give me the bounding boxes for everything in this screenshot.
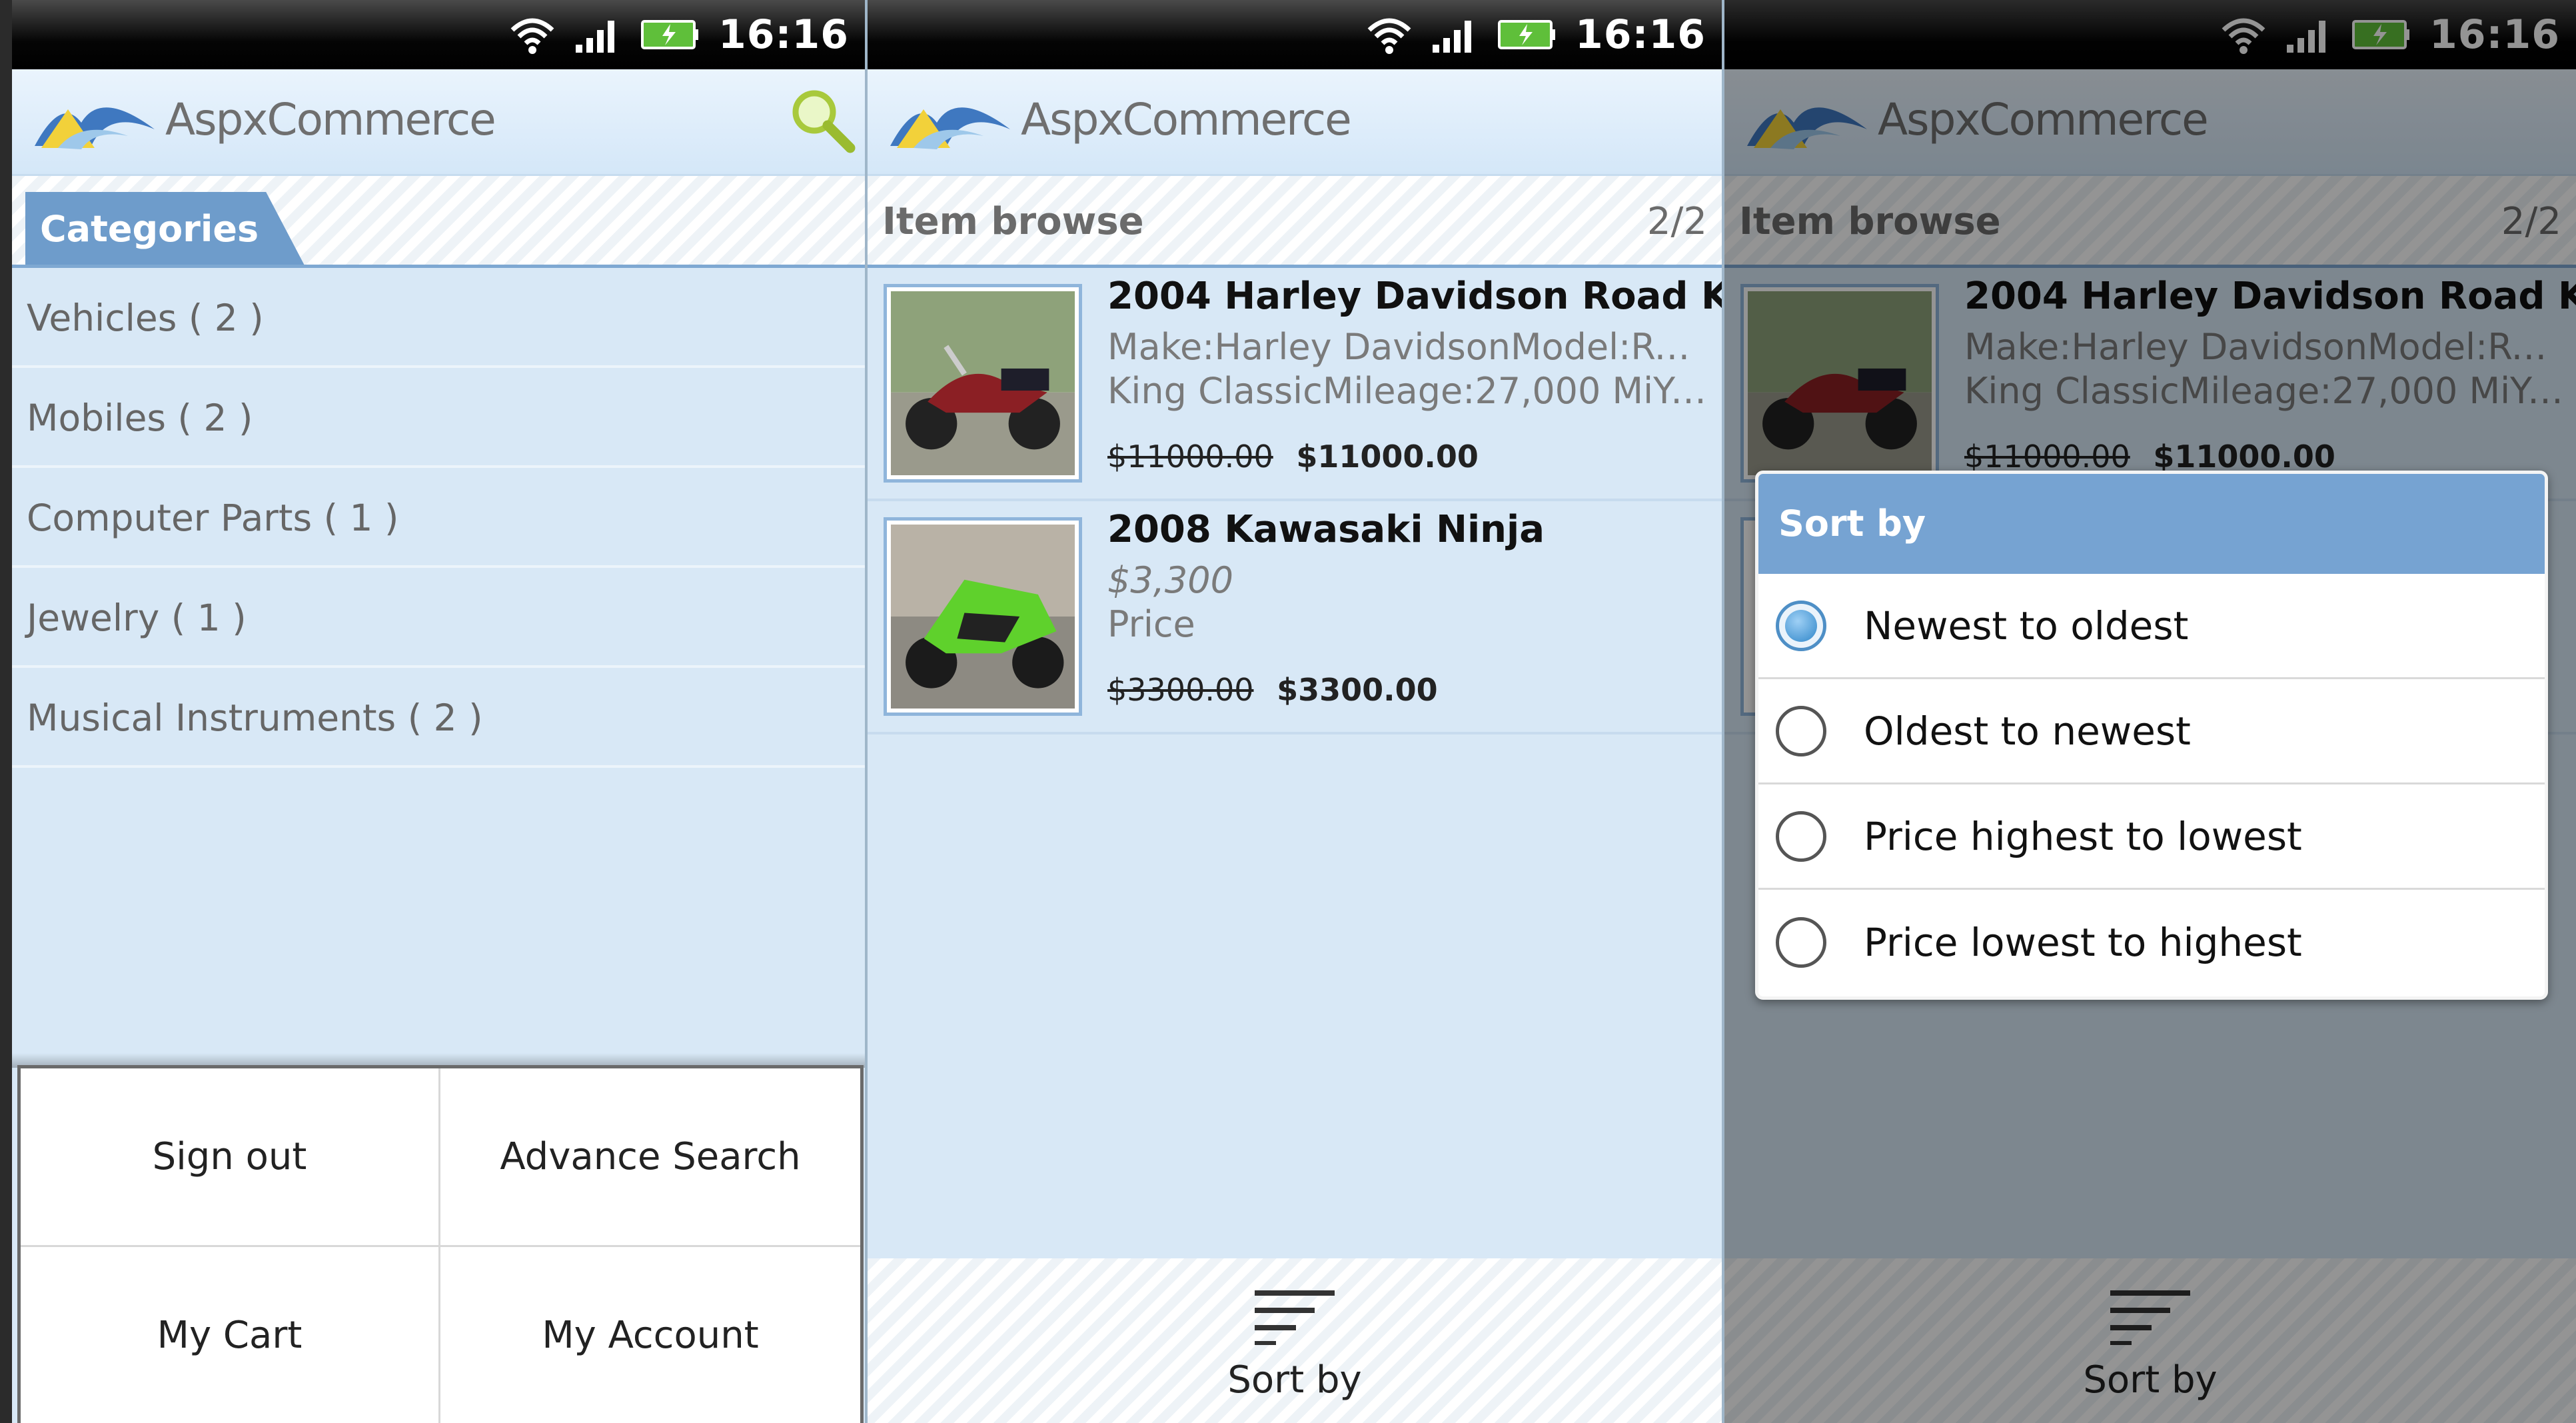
sort-bar[interactable]: Sort by [868,1258,1722,1423]
category-item-musical-instruments[interactable]: Musical Instruments ( 2 ) [12,668,865,768]
my-cart-button[interactable]: My Cart [21,1247,440,1423]
item-description-line: Price [1107,603,1195,645]
sort-dialog-screen: 16:16 AspxCommerce Item browse 2/2 2004 … [1724,0,2576,1423]
item-browse-title: Item browse [882,200,1144,243]
aspxcommerce-logo-icon [35,107,155,149]
radio-icon[interactable] [1776,917,1826,968]
categories-tab[interactable]: Categories [25,192,305,267]
app-header: AspxCommerce [12,69,865,176]
page-indicator: 2/2 [1646,200,1707,243]
category-item-jewelry[interactable]: Jewelry ( 1 ) [12,568,865,668]
old-price: $11000.00 [1107,439,1273,475]
signal-icon [576,21,614,53]
sort-option-newest[interactable]: Newest to oldest [1758,574,2545,679]
sort-icon[interactable] [1253,1288,1336,1348]
battery-charging-icon [641,20,698,49]
sort-option-label: Price lowest to highest [1864,920,2302,965]
sort-dialog: Sort by Newest to oldest Oldest to newes… [1755,471,2548,1000]
price: $3300.00 [1277,672,1438,708]
item-prices: $11000.00 $11000.00 [1107,439,1479,475]
item-title[interactable]: 2004 Harley Davidson Road Kin [1107,275,1722,318]
motorcycle-image [891,291,1075,475]
radio-icon[interactable] [1776,810,1826,862]
categories-screen: 16:16 AspxCommerce Categories Vehicles (… [12,0,865,1423]
sort-by-button-label[interactable]: Sort by [868,1358,1722,1402]
category-item-vehicles[interactable]: Vehicles ( 2 ) [12,268,865,368]
item-prices: $3300.00 $3300.00 [1107,672,1438,708]
advance-search-button[interactable]: Advance Search [440,1068,860,1247]
item-description: Make:Harley DavidsonModel:Road King Clas… [1107,325,1707,413]
status-icons: 16:16 [509,0,849,69]
price: $11000.00 [1296,439,1479,475]
sort-option-price-high-low[interactable]: Price highest to lowest [1758,784,2545,890]
options-menu: Sign out Advance Search My Cart My Accou… [17,1065,864,1423]
logo[interactable]: AspxCommerce [28,83,496,156]
item-title[interactable]: 2008 Kawasaki Ninja [1107,508,1545,551]
app-header: AspxCommerce [868,69,1722,176]
wifi-icon [510,18,554,54]
item-browse-header: Item browse 2/2 [868,176,1722,268]
sort-option-label: Oldest to newest [1864,708,2191,754]
status-icons: 16:16 [1366,0,1706,69]
item-description-line: $3,300 [1107,559,1233,601]
status-bar: 16:16 [12,0,865,69]
clock: 16:16 [1575,11,1706,58]
category-item-computer-parts[interactable]: Computer Parts ( 1 ) [12,468,865,568]
old-price: $3300.00 [1107,672,1254,708]
my-account-button[interactable]: My Account [440,1247,860,1423]
logo-text: AspxCommerce [1021,93,1352,145]
item-list: 2004 Harley Davidson Road Kin Make:Harle… [868,268,1722,734]
category-list: Vehicles ( 2 ) Mobiles ( 2 ) Computer Pa… [12,268,865,768]
logo-text: AspxCommerce [165,93,496,145]
categories-header: Categories [12,176,865,268]
item-description: $3,300 Price [1107,559,1707,647]
radio-selected-icon[interactable] [1776,600,1826,651]
item-description-line: King ClassicMileage:27,000 MiYear... [1107,370,1707,412]
item-description-line: Make:Harley DavidsonModel:Road [1107,326,1707,368]
sort-option-label: Newest to oldest [1864,603,2189,649]
sort-option-oldest[interactable]: Oldest to newest [1758,679,2545,784]
search-icon[interactable] [785,83,858,156]
item-thumbnail[interactable] [884,284,1082,483]
signal-icon [1433,21,1471,53]
item-browse-screen: 16:16 AspxCommerce Item browse 2/2 2004 … [868,0,1722,1423]
item-row-kawasaki[interactable]: 2008 Kawasaki Ninja $3,300 Price $3300.0… [868,501,1722,734]
radio-icon[interactable] [1776,705,1826,756]
motorcycle-image [891,525,1075,709]
wifi-icon [1367,18,1411,54]
sign-out-button[interactable]: Sign out [21,1068,440,1247]
item-thumbnail[interactable] [884,517,1082,716]
status-bar: 16:16 [868,0,1722,69]
category-item-mobiles[interactable]: Mobiles ( 2 ) [12,368,865,468]
battery-charging-icon [1498,20,1555,49]
aspxcommerce-logo-icon [890,107,1010,149]
sort-option-label: Price highest to lowest [1864,813,2302,859]
clock: 16:16 [718,11,849,58]
sort-option-price-low-high[interactable]: Price lowest to highest [1758,890,2545,995]
item-row-harley[interactable]: 2004 Harley Davidson Road Kin Make:Harle… [868,268,1722,501]
logo[interactable]: AspxCommerce [884,83,1352,156]
sort-dialog-title: Sort by [1758,474,2545,574]
